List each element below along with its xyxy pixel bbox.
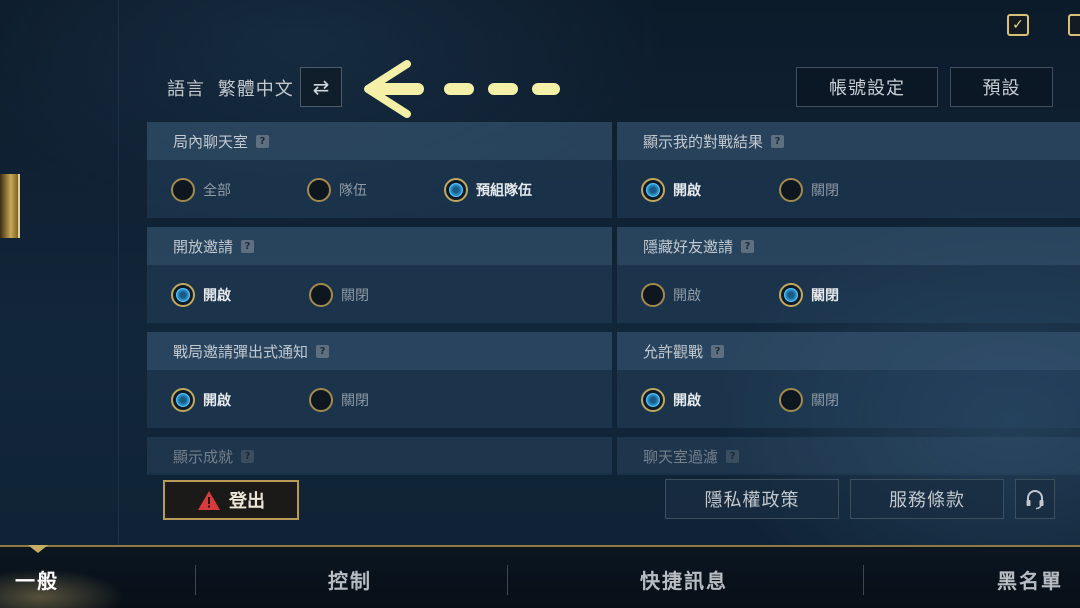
- tab-quick-messages[interactable]: 快捷訊息: [640, 565, 728, 594]
- tab-divider: [195, 565, 196, 595]
- help-icon[interactable]: ?: [711, 344, 725, 358]
- chat-filter-panel: 聊天室過濾 ?: [617, 437, 1080, 475]
- panel-title: 顯示成就 ?: [147, 437, 612, 475]
- panel-title: 聊天室過濾 ?: [617, 437, 1080, 475]
- task-checklist-icon[interactable]: ✓: [1007, 14, 1029, 36]
- bottom-tab-bar: 一般 控制 快捷訊息 黑名單: [0, 545, 1080, 608]
- account-settings-button[interactable]: 帳號設定: [796, 67, 938, 107]
- panel-title: 允許觀戰 ?: [617, 332, 1080, 370]
- side-menu-tab[interactable]: [0, 174, 20, 238]
- match-invite-popup-panel: 戰局邀請彈出式通知 ? 開啟 關閉: [147, 332, 612, 428]
- privacy-policy-button[interactable]: 隱私權政策: [665, 479, 839, 519]
- panel-title-text: 顯示成就: [173, 447, 234, 466]
- panel-title-text: 戰局邀請彈出式通知: [173, 342, 309, 361]
- support-button[interactable]: [1015, 479, 1055, 519]
- help-icon[interactable]: ?: [241, 449, 255, 463]
- radio-label: 關閉: [811, 393, 839, 409]
- swap-arrows-icon: ⇄: [312, 75, 330, 99]
- language-setting: 語言 繁體中文: [167, 75, 294, 101]
- panel-title-text: 開放邀請: [173, 237, 234, 256]
- radio-button[interactable]: [309, 388, 333, 412]
- radio-option-off[interactable]: 關閉: [309, 388, 369, 412]
- radio-label: 關閉: [341, 393, 369, 409]
- panel-title: 戰局邀請彈出式通知 ?: [147, 332, 612, 370]
- allow-spectate-panel: 允許觀戰 ? 開啟 關閉: [617, 332, 1080, 428]
- radio-label: 開啟: [673, 393, 701, 409]
- panel-title-text: 允許觀戰: [643, 342, 704, 361]
- language-value: 繁體中文: [217, 79, 294, 100]
- radio-option-team[interactable]: 隊伍: [307, 178, 367, 202]
- default-button[interactable]: 預設: [950, 67, 1053, 107]
- tab-control[interactable]: 控制: [328, 565, 372, 594]
- help-icon[interactable]: ?: [771, 134, 785, 148]
- headset-icon: [1026, 490, 1044, 510]
- open-invite-panel: 開放邀請 ? 開啟 關閉: [147, 227, 612, 323]
- panel-title: 隱藏好友邀請 ?: [617, 227, 1080, 265]
- radio-label: 全部: [203, 183, 231, 199]
- radio-option-off[interactable]: 關閉: [309, 283, 369, 307]
- ingame-chat-panel: 局內聊天室 ? 全部 隊伍 預組隊伍: [147, 122, 612, 218]
- radio-option-on[interactable]: 開啟: [641, 178, 701, 202]
- show-match-result-panel: 顯示我的對戰結果 ? 開啟 關閉: [617, 122, 1080, 218]
- radio-label: 隊伍: [339, 183, 367, 199]
- logout-label: 登出: [229, 491, 265, 512]
- hide-friend-invite-panel: 隱藏好友邀請 ? 開啟 關閉: [617, 227, 1080, 323]
- radio-option-on[interactable]: 開啟: [171, 283, 231, 307]
- radio-option-on[interactable]: 開啟: [641, 388, 701, 412]
- radio-option-off[interactable]: 關閉: [779, 388, 839, 412]
- active-tab-indicator: [28, 545, 48, 553]
- tab-blocklist[interactable]: 黑名單: [997, 565, 1063, 594]
- chat-bubble-icon[interactable]: [1068, 14, 1080, 36]
- panel-title: 顯示我的對戰結果 ?: [617, 122, 1080, 160]
- radio-option-off[interactable]: 關閉: [779, 283, 839, 307]
- warning-icon: [198, 490, 220, 510]
- radio-label: 開啟: [673, 288, 701, 304]
- radio-label: 開啟: [673, 183, 701, 199]
- radio-label: 開啟: [203, 393, 231, 409]
- radio-button[interactable]: [309, 283, 333, 307]
- radio-label: 預組隊伍: [476, 183, 532, 199]
- radio-button[interactable]: [779, 388, 803, 412]
- radio-option-premade[interactable]: 預組隊伍: [444, 178, 532, 202]
- help-icon[interactable]: ?: [316, 344, 330, 358]
- logout-button[interactable]: 登出: [163, 480, 299, 520]
- tab-general[interactable]: 一般: [15, 565, 59, 594]
- help-icon[interactable]: ?: [256, 134, 270, 148]
- radio-button[interactable]: [779, 178, 803, 202]
- radio-button[interactable]: [641, 178, 665, 202]
- radio-button[interactable]: [171, 388, 195, 412]
- show-achievements-panel: 顯示成就 ?: [147, 437, 612, 475]
- radio-label: 關閉: [811, 183, 839, 199]
- radio-button[interactable]: [641, 283, 665, 307]
- tab-divider: [507, 565, 508, 595]
- left-arrow-annotation-icon: [364, 60, 560, 118]
- help-icon[interactable]: ?: [726, 449, 740, 463]
- tab-divider: [863, 565, 864, 595]
- help-icon[interactable]: ?: [241, 239, 255, 253]
- radio-option-on[interactable]: 開啟: [171, 388, 231, 412]
- radio-option-off[interactable]: 關閉: [779, 178, 839, 202]
- help-icon[interactable]: ?: [741, 239, 755, 253]
- radio-button[interactable]: [779, 283, 803, 307]
- radio-button[interactable]: [171, 283, 195, 307]
- sidebar-divider: [118, 0, 119, 545]
- radio-option-all[interactable]: 全部: [171, 178, 231, 202]
- radio-label: 關閉: [341, 288, 369, 304]
- language-label: 語言: [167, 79, 205, 100]
- radio-button[interactable]: [307, 178, 331, 202]
- radio-option-on[interactable]: 開啟: [641, 283, 701, 307]
- panel-title-text: 局內聊天室: [173, 132, 249, 151]
- language-switch-button[interactable]: ⇄: [300, 67, 342, 107]
- radio-label: 關閉: [811, 288, 839, 304]
- panel-title-text: 顯示我的對戰結果: [643, 132, 764, 151]
- panel-title-text: 隱藏好友邀請: [643, 237, 734, 256]
- panel-title: 開放邀請 ?: [147, 227, 612, 265]
- panel-title: 局內聊天室 ?: [147, 122, 612, 160]
- terms-of-service-button[interactable]: 服務條款: [850, 479, 1004, 519]
- radio-button[interactable]: [171, 178, 195, 202]
- panel-title-text: 聊天室過濾: [643, 447, 719, 466]
- radio-label: 開啟: [203, 288, 231, 304]
- radio-button[interactable]: [641, 388, 665, 412]
- radio-button[interactable]: [444, 178, 468, 202]
